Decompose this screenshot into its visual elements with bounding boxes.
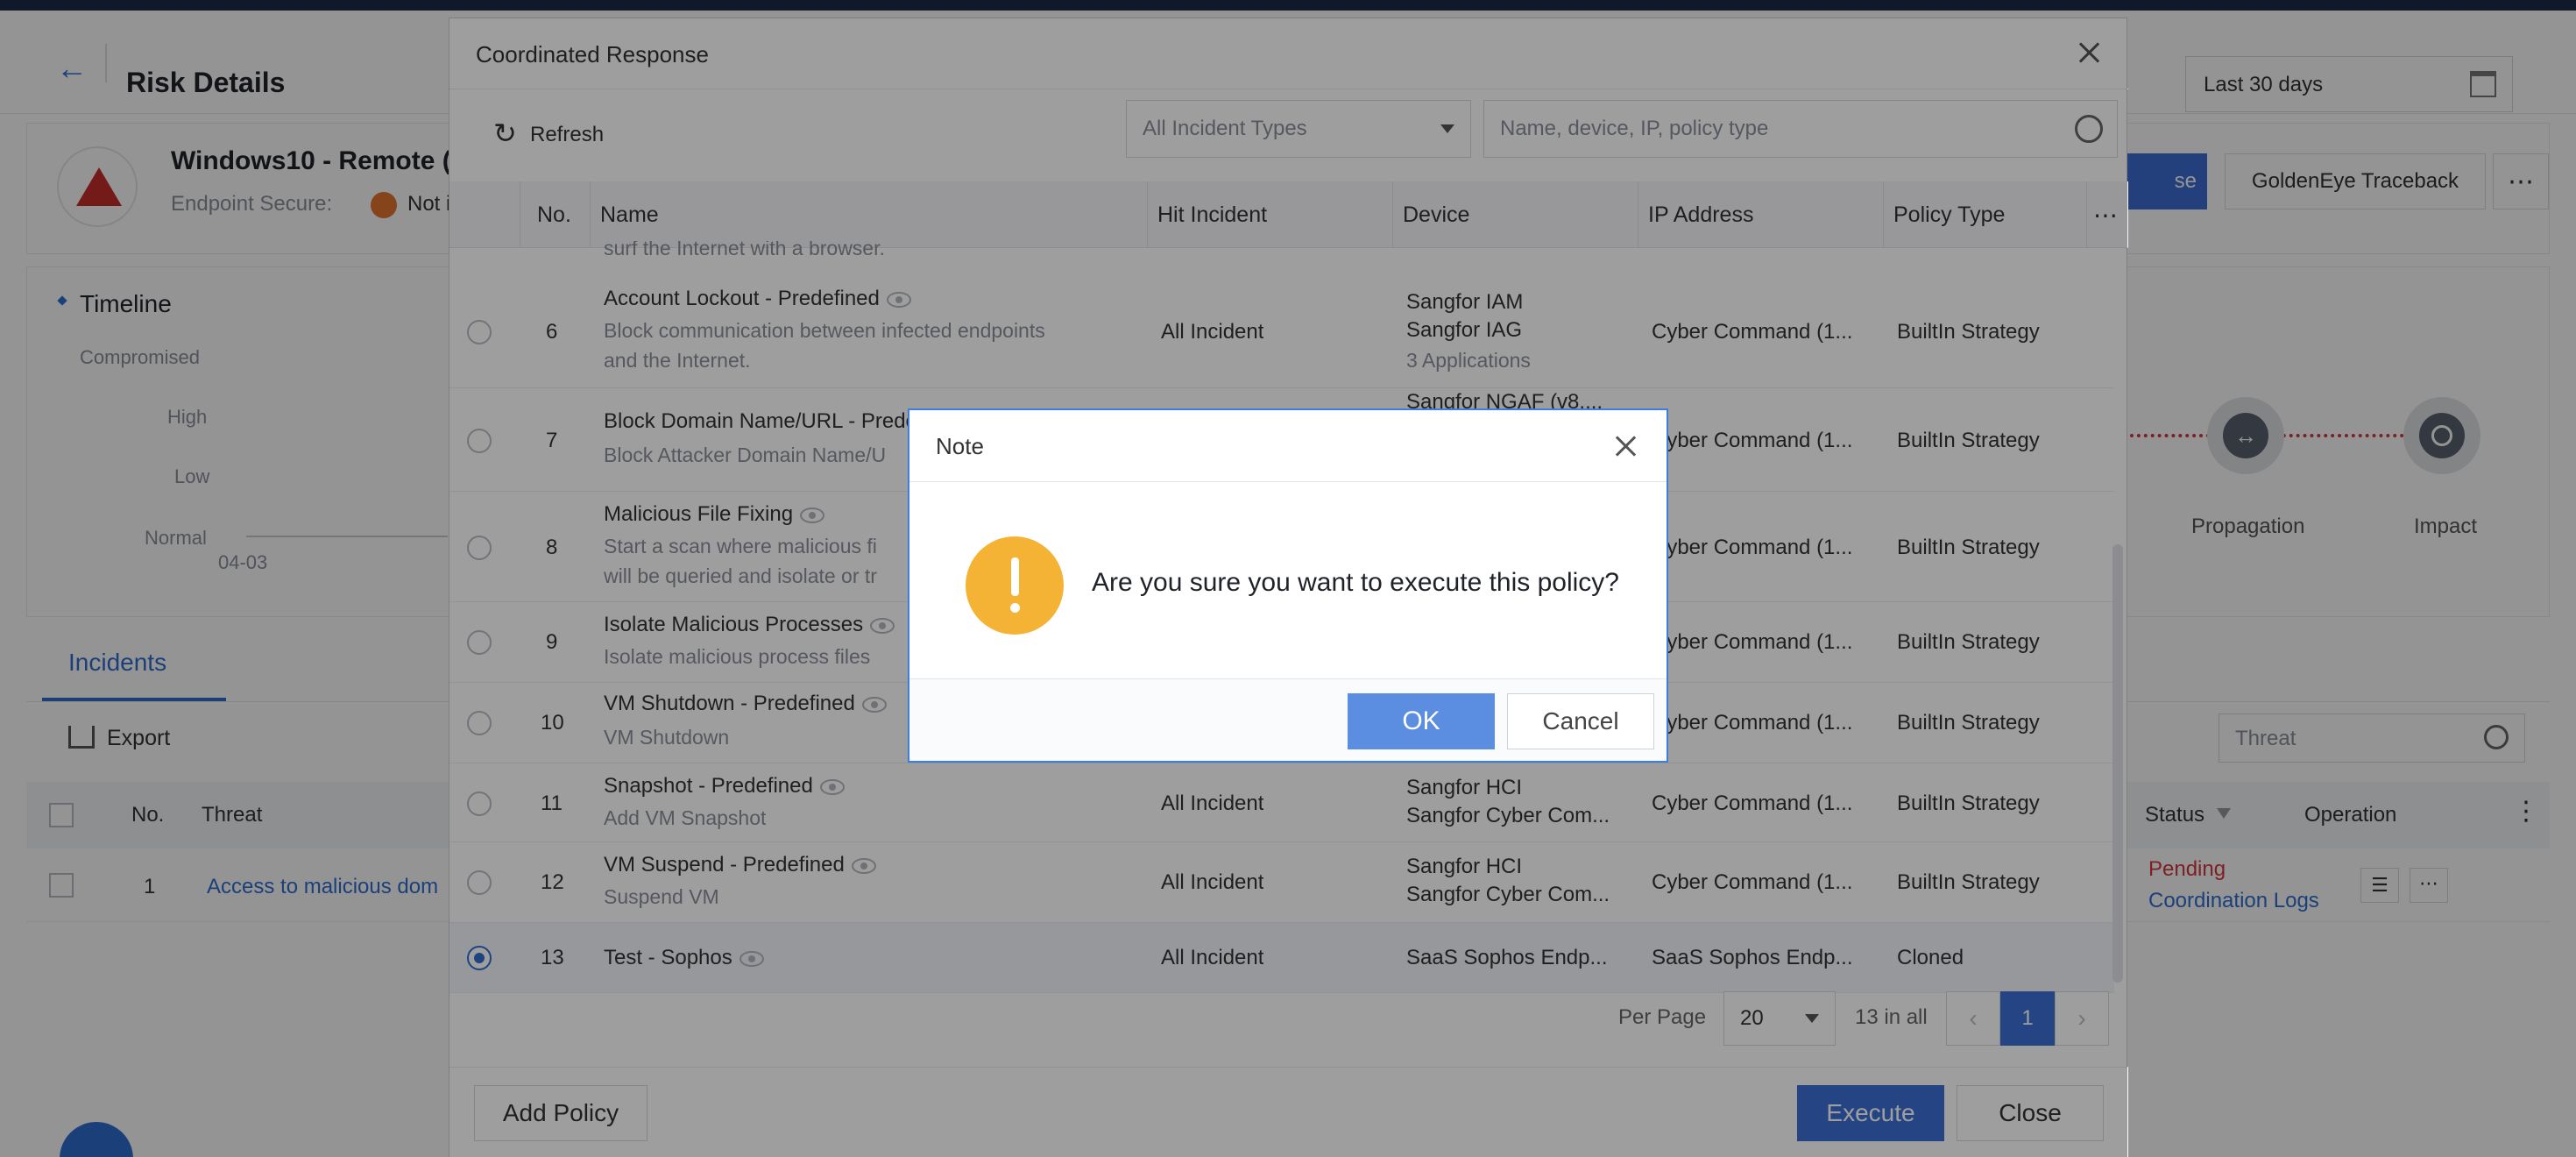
note-footer: OK Cancel (909, 678, 1667, 761)
warning-icon (966, 536, 1064, 635)
ok-button[interactable]: OK (1348, 693, 1495, 749)
note-header: Note (909, 410, 1667, 482)
cancel-label: Cancel (1542, 707, 1619, 735)
note-dialog: Note Are you sure you want to execute th… (908, 408, 1668, 763)
cancel-button[interactable]: Cancel (1507, 693, 1654, 749)
ok-label: OK (1402, 706, 1440, 735)
note-message: Are you sure you want to execute this po… (1092, 568, 1619, 597)
note-close-icon[interactable] (1612, 433, 1638, 459)
note-title: Note (936, 433, 984, 459)
